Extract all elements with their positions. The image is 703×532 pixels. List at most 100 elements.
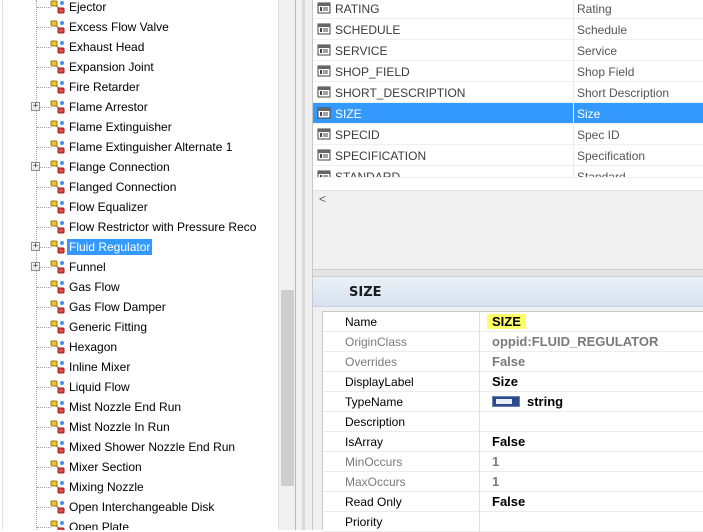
tree-vertical-scrollbar[interactable]: [278, 0, 295, 530]
horizontal-splitter[interactable]: [313, 269, 703, 277]
tree-item[interactable]: Mixed Shower Nozzle End Run: [0, 437, 278, 457]
property-list-horizontal-scrollbar[interactable]: <: [313, 190, 703, 207]
tree-item-label: Mixing Nozzle: [69, 480, 144, 494]
property-icon: [317, 1, 333, 15]
property-display-name: Specification: [577, 149, 646, 163]
detail-value: oppid:FLUID_REGULATOR: [492, 334, 659, 349]
tree-item[interactable]: Mist Nozzle In Run: [0, 417, 278, 437]
detail-divider: [479, 432, 480, 452]
detail-row[interactable]: MaxOccurs 1: [323, 472, 703, 492]
expand-toggle-icon[interactable]: +: [31, 242, 40, 251]
tree-item-label: Mist Nozzle In Run: [69, 420, 170, 434]
tree-item[interactable]: Mixing Nozzle: [0, 477, 278, 497]
tree-item[interactable]: Flow Equalizer: [0, 197, 278, 217]
tree-item[interactable]: Open Plate: [0, 517, 278, 530]
expand-toggle-icon[interactable]: +: [31, 262, 40, 271]
property-list[interactable]: RATING Rating SCHEDULE Schedule SERVICE Servi…: [313, 0, 703, 190]
detail-divider: [479, 332, 480, 352]
tree-branch-line: [37, 307, 51, 308]
tree-item[interactable]: Open Interchangeable Disk: [0, 497, 278, 517]
property-row[interactable]: SHOP_FIELD Shop Field: [313, 61, 703, 82]
tree-item[interactable]: Exhaust Head: [0, 37, 278, 57]
tree-item[interactable]: Fire Retarder: [0, 77, 278, 97]
tree-item[interactable]: Mixer Section: [0, 457, 278, 477]
property-display-name: Standard: [577, 170, 626, 178]
string-type-icon: [492, 396, 520, 407]
class-node-icon: [50, 280, 66, 294]
tree-item[interactable]: Inline Mixer: [0, 357, 278, 377]
details-title: SIZE: [349, 285, 382, 300]
details-header: SIZE: [313, 277, 703, 307]
tree-item-label: Flame Extinguisher Alternate 1: [69, 140, 233, 154]
tree-item[interactable]: Flame Extinguisher: [0, 117, 278, 137]
expand-toggle-icon[interactable]: +: [31, 162, 40, 171]
vertical-splitter[interactable]: [296, 0, 313, 530]
class-node-icon: [50, 240, 66, 254]
class-node-icon: [50, 260, 66, 274]
class-node-icon: [50, 500, 66, 514]
detail-row[interactable]: MinOccurs 1: [323, 452, 703, 472]
tree-item[interactable]: Liquid Flow: [0, 377, 278, 397]
detail-divider: [479, 452, 480, 472]
tree-branch-line: [37, 127, 51, 128]
detail-row[interactable]: TypeName string: [323, 392, 703, 412]
column-divider: [573, 40, 574, 61]
class-tree[interactable]: Ejector Excess Flow Valve Exhaust Head Expa…: [0, 0, 296, 530]
detail-row[interactable]: OriginClass oppid:FLUID_REGULATOR: [323, 332, 703, 352]
class-node-icon: [50, 440, 66, 454]
tree-item-label: Mist Nozzle End Run: [69, 400, 182, 414]
property-row[interactable]: RATING Rating: [313, 0, 703, 19]
property-row[interactable]: SHORT_DESCRIPTION Short Description: [313, 82, 703, 103]
detail-name: Priority: [345, 515, 383, 529]
tree-item[interactable]: Gas Flow Damper: [0, 297, 278, 317]
detail-divider: [479, 392, 480, 412]
tree-item[interactable]: + Funnel: [0, 257, 278, 277]
details-grid[interactable]: Name SIZE OriginClass oppid:FLUID_REGULATOR…: [322, 311, 703, 532]
detail-row[interactable]: Overrides False: [323, 352, 703, 372]
detail-value: False: [492, 434, 526, 449]
tree-item[interactable]: Flow Restrictor with Pressure Reco: [0, 217, 278, 237]
class-node-icon: [50, 360, 66, 374]
detail-value: 1: [492, 474, 500, 489]
detail-row[interactable]: Read Only False: [323, 492, 703, 512]
detail-row[interactable]: DisplayLabel Size: [323, 372, 703, 392]
property-row[interactable]: STANDARD Standard: [313, 166, 703, 178]
tree-item[interactable]: + Flange Connection: [0, 157, 278, 177]
detail-row[interactable]: Name SIZE: [323, 312, 703, 332]
detail-row[interactable]: IsArray False: [323, 432, 703, 452]
tree-item-label: Flow Restrictor with Pressure Reco: [69, 220, 257, 234]
tree-item[interactable]: Mist Nozzle End Run: [0, 397, 278, 417]
tree-item[interactable]: Ejector: [0, 0, 278, 17]
class-node-icon: [50, 300, 66, 314]
property-row[interactable]: SERVICE Service: [313, 40, 703, 61]
property-row[interactable]: SCHEDULE Schedule: [313, 19, 703, 40]
detail-value: False: [492, 494, 526, 509]
detail-row[interactable]: Priority: [323, 512, 703, 532]
scroll-left-arrow-icon[interactable]: <: [319, 192, 326, 206]
tree-item[interactable]: Flanged Connection: [0, 177, 278, 197]
tree-item[interactable]: + Fluid Regulator: [0, 237, 278, 257]
property-display-name: Spec ID: [577, 128, 620, 142]
class-node-icon: [50, 400, 66, 414]
detail-value: SIZE: [487, 314, 526, 329]
tree-item-label: Flame Extinguisher: [69, 120, 172, 134]
property-row[interactable]: SPECID Spec ID: [313, 124, 703, 145]
tree-branch-line: [37, 327, 51, 328]
expand-toggle-icon[interactable]: +: [31, 102, 40, 111]
detail-row[interactable]: Description: [323, 412, 703, 432]
tree-item[interactable]: Gas Flow: [0, 277, 278, 297]
property-row[interactable]: SIZE Size: [313, 103, 703, 124]
tree-item[interactable]: Hexagon: [0, 337, 278, 357]
class-node-icon: [50, 200, 66, 214]
class-node-icon: [50, 0, 66, 14]
property-row[interactable]: SPECIFICATION Specification: [313, 145, 703, 166]
tree-item[interactable]: Excess Flow Valve: [0, 17, 278, 37]
tree-scrollbar-thumb[interactable]: [281, 290, 294, 486]
class-node-icon: [50, 220, 66, 234]
tree-item[interactable]: Flame Extinguisher Alternate 1: [0, 137, 278, 157]
class-node-icon: [50, 60, 66, 74]
tree-item[interactable]: + Flame Arrestor: [0, 97, 278, 117]
tree-branch-line: [37, 487, 51, 488]
tree-item[interactable]: Expansion Joint: [0, 57, 278, 77]
tree-item[interactable]: Generic Fitting: [0, 317, 278, 337]
